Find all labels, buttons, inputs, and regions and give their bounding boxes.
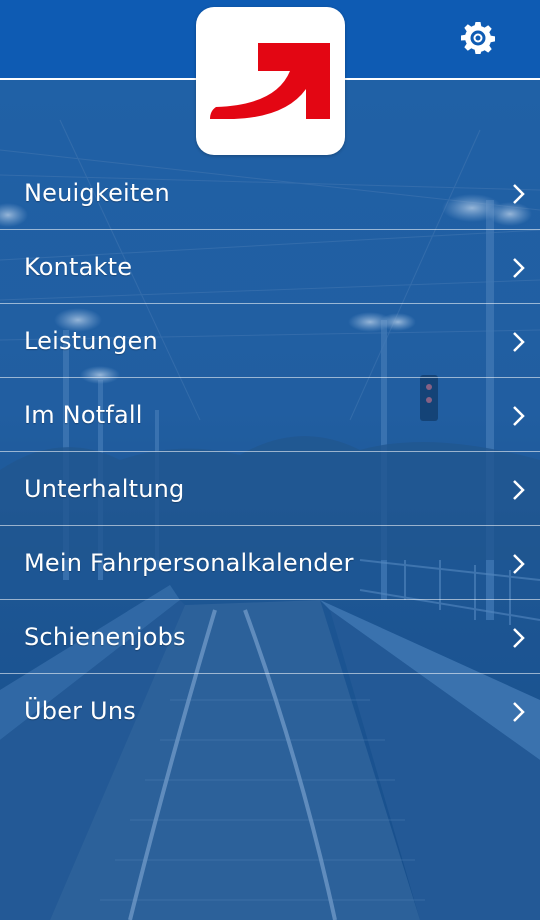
menu-item-leistungen[interactable]: Leistungen [0,304,540,378]
menu-item-fahrpersonalkalender[interactable]: Mein Fahrpersonalkalender [0,526,540,600]
chevron-right-icon [513,332,525,352]
chevron-right-icon [513,554,525,574]
menu-item-ueber-uns[interactable]: Über Uns [0,674,540,748]
menu-item-label: Kontakte [24,252,133,281]
chevron-right-icon [513,406,525,426]
chevron-right-icon [513,258,525,278]
menu-item-label: Über Uns [24,697,136,725]
menu-item-neuigkeiten[interactable]: Neuigkeiten [0,156,540,230]
menu-item-kontakte[interactable]: Kontakte [0,230,540,304]
main-menu: Neuigkeiten Kontakte Leistungen Im Notfa… [0,156,540,748]
chevron-right-icon [513,628,525,648]
arrow-logo-icon [210,43,330,119]
chevron-right-icon [513,184,525,204]
gear-icon [461,22,495,54]
chevron-right-icon [513,702,525,722]
menu-item-label: Im Notfall [24,400,143,429]
settings-button[interactable] [460,20,496,56]
menu-item-label: Schienenjobs [24,622,186,651]
menu-item-label: Neuigkeiten [24,178,170,207]
menu-item-schienenjobs[interactable]: Schienenjobs [0,600,540,674]
menu-item-label: Unterhaltung [24,474,185,503]
menu-item-unterhaltung[interactable]: Unterhaltung [0,452,540,526]
menu-item-label: Leistungen [24,326,158,355]
menu-item-im-notfall[interactable]: Im Notfall [0,378,540,452]
chevron-right-icon [513,480,525,500]
menu-item-label: Mein Fahrpersonalkalender [24,548,354,577]
app-logo [196,7,345,155]
